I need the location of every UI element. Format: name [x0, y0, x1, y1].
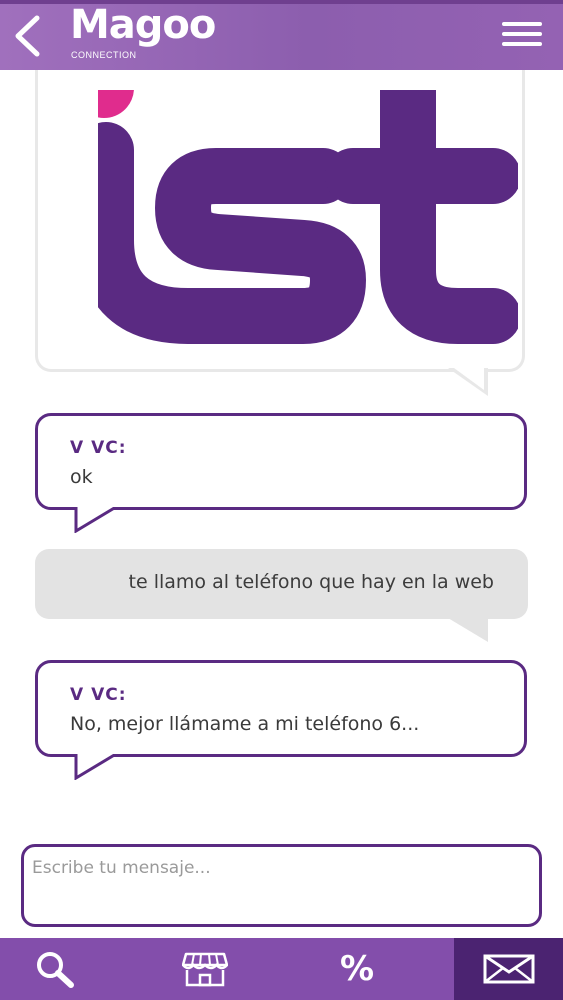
message-text: te llamo al teléfono que hay en la web: [128, 571, 494, 593]
chevron-left-icon: [15, 15, 40, 57]
search-icon: [37, 952, 74, 988]
menu-button[interactable]: [500, 20, 544, 50]
message-compose-box[interactable]: [21, 844, 542, 927]
incoming-message-bubble[interactable]: V VC: No, mejor llámame a mi teléfono 6.…: [35, 660, 527, 757]
message-text: ok: [70, 466, 93, 488]
magoo-logo: Magoo CONNECTION: [70, 2, 250, 66]
app-header: Magoo CONNECTION: [0, 0, 563, 70]
incoming-message-bubble[interactable]: V VC: ok: [35, 413, 527, 510]
hamburger-icon: [502, 22, 542, 46]
logo-wordmark: Magoo: [70, 2, 216, 48]
tab-offers[interactable]: %: [302, 938, 412, 1000]
message-input[interactable]: [30, 857, 514, 879]
tab-search[interactable]: [0, 938, 110, 1000]
message-sender: V VC:: [70, 685, 127, 705]
mail-icon: [483, 954, 534, 984]
logo-subtitle: CONNECTION: [71, 50, 137, 60]
back-button[interactable]: [8, 14, 48, 58]
bubble-tail: [448, 618, 488, 642]
ist-logo-image: [98, 90, 518, 344]
bubble-tail: [448, 368, 488, 396]
bottom-tab-bar: %: [0, 938, 563, 1000]
message-text: No, mejor llámame a mi teléfono 6...: [70, 713, 420, 735]
store-icon: [182, 952, 228, 987]
image-message-bubble[interactable]: [35, 30, 525, 372]
message-sender: V VC:: [70, 438, 127, 458]
bubble-tail: [74, 507, 117, 533]
tab-messages[interactable]: [454, 938, 563, 1000]
bubble-tail: [74, 754, 117, 780]
outgoing-message-bubble[interactable]: te llamo al teléfono que hay en la web: [35, 549, 528, 619]
tab-stores[interactable]: [150, 938, 260, 1000]
percent-icon: %: [339, 949, 375, 989]
